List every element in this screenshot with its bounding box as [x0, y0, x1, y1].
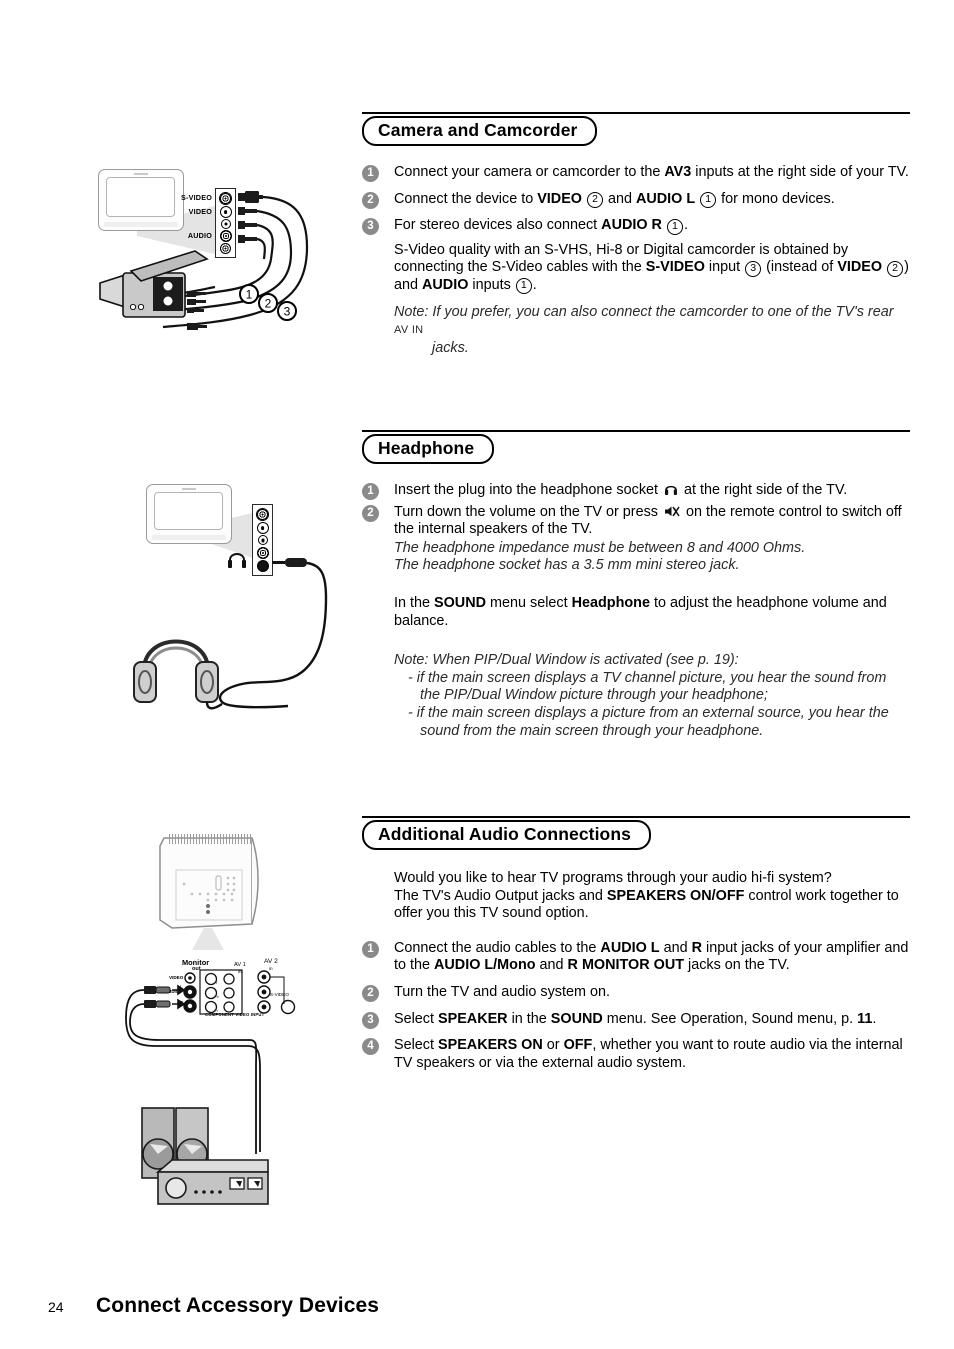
- footer-title: Connect Accessory Devices: [96, 1294, 380, 1317]
- step-text: Insert the plug into the headphone socke…: [394, 482, 848, 498]
- step-4: 4 Select SPEAKERS ON or OFF, whether you…: [362, 1037, 910, 1072]
- s-video-plug: [238, 191, 263, 203]
- sound-menu-paragraph: In the SOUND menu select Headphone to ad…: [394, 594, 887, 629]
- step-number: 2: [362, 984, 379, 1002]
- section-title-camera: Camera and Camcorder: [362, 116, 598, 146]
- rear-panel-and-audio-gear: Y Pb Pr: [125, 969, 296, 1205]
- headphone-icon: [665, 485, 678, 495]
- note-text: When PIP/Dual Window is activated (see p…: [432, 652, 739, 669]
- audio-system-illustration: Monitor out AV 1 in AV 2 in VIDEO AUDIO …: [112, 832, 337, 1222]
- step-text: Turn down the volume on the TV or press …: [394, 503, 902, 538]
- audio-intro: Would you like to hear TV programs throu…: [394, 870, 899, 922]
- step-number: 3: [362, 1011, 379, 1029]
- headphone-drawing: [133, 553, 328, 710]
- camcorder: [99, 250, 209, 330]
- circled-1-icon: 1: [700, 192, 717, 209]
- svideo-paragraph: S-Video quality with an S-VHS, Hi-8 or D…: [394, 241, 909, 295]
- step-number: 3: [362, 218, 379, 236]
- monitor-out-jacks: [183, 972, 197, 1013]
- section-additional-audio-connections: Additional Audio Connections Would you l…: [362, 816, 910, 1081]
- audio-plug-bottom: [238, 235, 257, 243]
- circled-2-icon: 2: [586, 192, 603, 209]
- step-1: 1 Connect the audio cables to the AUDIO …: [362, 940, 910, 975]
- step-number: 1: [362, 483, 379, 500]
- section-header-headphone: Headphone: [362, 430, 910, 464]
- step-text: For stereo devices also connect AUDIO R …: [394, 217, 688, 235]
- note-bullet-1: - if the main screen displays a TV chann…: [408, 669, 887, 704]
- step-2: 2 Turn the TV and audio system on.: [362, 984, 910, 1002]
- mute-icon: [664, 506, 680, 517]
- audio-plug-top: [238, 221, 257, 229]
- headphone-socket-icon: [228, 553, 246, 568]
- note-label: Note:: [394, 303, 429, 320]
- headphones: [133, 639, 223, 710]
- svg-text:2: 2: [265, 297, 272, 311]
- manual-page: S-VIDEO VIDEO AUDIO 1 2 3 Monitor out AV…: [0, 0, 954, 1349]
- step-3: 3 For stereo devices also connect AUDIO …: [362, 217, 910, 236]
- step-2: 2 Connect the device to VIDEO 2 and AUDI…: [362, 191, 910, 209]
- section-camera-and-camcorder: Camera and Camcorder 1 Connect your came…: [362, 112, 910, 366]
- header-rule: [362, 816, 910, 818]
- headphone-note: Note: When PIP/Dual Window is activated …: [362, 652, 910, 740]
- note-bullet-2: - if the main screen displays a picture …: [408, 704, 889, 739]
- step-number: 1: [362, 940, 379, 958]
- headphone-impedance-note: The headphone impedance must be between …: [394, 539, 806, 556]
- note-smallcaps: AV IN: [394, 324, 424, 337]
- svg-text:3: 3: [284, 305, 291, 319]
- camera-note: Note: If you prefer, you can also connec…: [362, 304, 910, 358]
- circled-1-icon: 1: [666, 218, 683, 235]
- section-header-additional-audio: Additional Audio Connections: [362, 816, 910, 850]
- cable-number-3: 3: [277, 301, 297, 321]
- header-rule: [362, 430, 910, 432]
- circled-3-icon: 3: [745, 260, 762, 277]
- av2-jacks: [257, 970, 296, 1015]
- step-2: 2 Turn down the volume on the TV or pres…: [362, 504, 910, 539]
- page-footer: 24 Connect Accessory Devices: [48, 1294, 379, 1318]
- circled-2-icon: 2: [887, 260, 904, 277]
- headphone-jack-note: The headphone socket has a 3.5 mm mini s…: [394, 557, 740, 574]
- camcorder-cables: 1 2 3: [99, 191, 309, 330]
- step-1: 1 Connect your camera or camcorder to th…: [362, 164, 910, 182]
- step-text: Connect the audio cables to the AUDIO L …: [394, 939, 909, 974]
- section-title-headphone: Headphone: [362, 434, 495, 464]
- camcorder-illustration: S-VIDEO VIDEO AUDIO 1 2 3: [45, 155, 345, 360]
- page-number: 24: [48, 1299, 64, 1315]
- svg-text:Y: Y: [215, 980, 218, 985]
- rca-plugs: [144, 986, 171, 1008]
- note-label: Note:: [394, 652, 429, 669]
- headphone-illustration: [112, 472, 342, 722]
- note-hang: jacks.: [432, 339, 469, 356]
- step-text: Turn the TV and audio system on.: [394, 983, 610, 1000]
- section-headphone: Headphone 1 Insert the plug into the hea…: [362, 430, 910, 749]
- circled-1-icon: 1: [515, 278, 532, 295]
- step-number: 1: [362, 165, 379, 182]
- section-header-camera: Camera and Camcorder: [362, 112, 910, 146]
- step-text: Select SPEAKER in the SOUND menu. See Op…: [394, 1010, 877, 1027]
- step-text: Select SPEAKERS ON or OFF, whether you w…: [394, 1037, 903, 1071]
- header-rule: [362, 112, 910, 114]
- step-number: 2: [362, 191, 379, 209]
- cable-number-2: 2: [258, 293, 278, 313]
- step-text: Connect your camera or camcorder to the …: [394, 164, 909, 180]
- cable-number-1: 1: [239, 284, 259, 304]
- av1-jacks: [204, 972, 235, 1014]
- step-number: 2: [362, 504, 379, 522]
- svg-text:Pb: Pb: [214, 994, 220, 999]
- step-3: 3 Select SPEAKER in the SOUND menu. See …: [362, 1011, 910, 1029]
- headphone-plug: [272, 558, 307, 567]
- section-title-additional-audio: Additional Audio Connections: [362, 820, 651, 850]
- step-number: 4: [362, 1038, 379, 1056]
- step-text: Connect the device to VIDEO 2 and AUDIO …: [394, 190, 835, 209]
- svg-text:1: 1: [246, 288, 253, 302]
- svg-text:Pr: Pr: [214, 1008, 219, 1013]
- step-1: 1 Insert the plug into the headphone soc…: [362, 482, 910, 500]
- video-plug: [238, 207, 257, 215]
